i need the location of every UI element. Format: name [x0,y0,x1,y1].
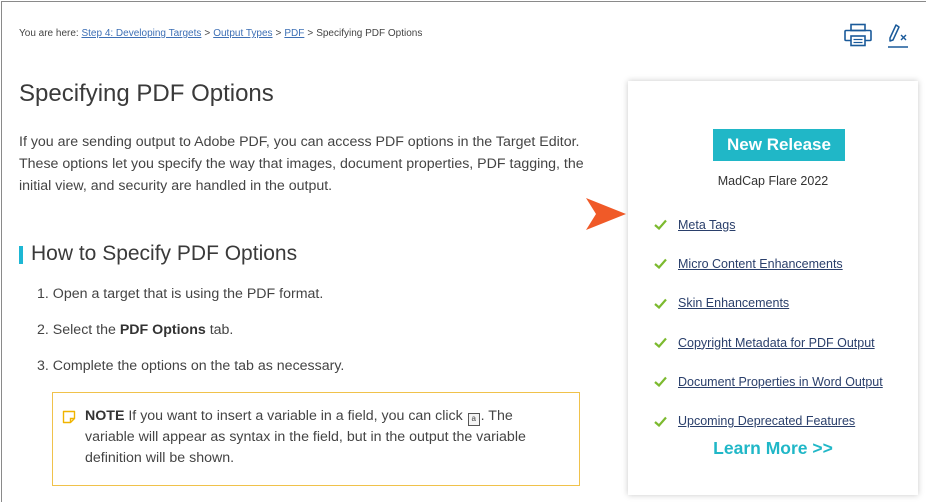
section-heading: How to Specify PDF Options [19,240,297,268]
step-text-after: tab. [205,322,234,338]
page-title: Specifying PDF Options [19,80,274,107]
step-text: Complete the options on the tab as neces… [52,358,345,374]
check-icon [654,337,667,349]
breadcrumb-link-output-types[interactable]: Output Types [213,28,272,39]
check-icon [654,416,667,427]
feature-link-meta-tags[interactable]: Meta Tags [678,218,735,232]
list-item: Micro Content Enhancements [654,244,883,283]
feature-list: Meta Tags Micro Content Enhancements Ski… [654,205,883,441]
step-text-before: Select the [52,322,120,338]
list-item: 3. Complete the options on the tab as ne… [37,356,344,392]
printer-icon[interactable] [843,23,873,47]
step-number: 2. [37,322,49,338]
breadcrumb-separator: > [275,28,282,39]
list-item: 1. Open a target that is using the PDF f… [37,284,344,320]
note-box: NOTE If you want to insert a variable in… [52,392,580,486]
step-number: 1. [37,286,49,302]
breadcrumb-separator: > [307,28,314,39]
remove-highlight-icon[interactable] [887,23,909,49]
new-release-badge: New Release [713,129,845,161]
steps-list: 1. Open a target that is using the PDF f… [37,284,344,392]
intro-paragraph: If you are sending output to Adobe PDF, … [19,134,584,194]
note-text: NOTE If you want to insert a variable in… [85,406,565,469]
breadcrumb-current: Specifying PDF Options [316,28,423,39]
list-item: Meta Tags [654,205,883,244]
breadcrumb: You are here: Step 4: Developing Targets… [19,28,422,39]
list-item: Upcoming Deprecated Features [654,401,883,440]
new-release-panel: New Release MadCap Flare 2022 Meta Tags … [628,81,918,495]
feature-link-skin[interactable]: Skin Enhancements [678,296,789,310]
check-icon [654,219,667,231]
breadcrumb-prefix: You are here: [19,28,82,39]
feature-link-document-properties[interactable]: Document Properties in Word Output [678,375,883,389]
check-icon [654,377,667,388]
breadcrumb-link-step4[interactable]: Step 4: Developing Targets [81,28,201,39]
list-item: Skin Enhancements [654,284,883,323]
note-icon [62,410,76,424]
check-icon [654,298,667,309]
feature-link-copyright-metadata[interactable]: Copyright Metadata for PDF Output [678,336,875,350]
product-name: MadCap Flare 2022 [717,174,829,188]
breadcrumb-link-pdf[interactable]: PDF [284,28,304,39]
breadcrumb-separator: > [204,28,211,39]
note-text-before: If you want to insert a variable in a fi… [124,408,467,424]
list-item: Document Properties in Word Output [654,362,883,401]
list-item: Copyright Metadata for PDF Output [654,323,883,362]
feature-link-deprecated[interactable]: Upcoming Deprecated Features [678,414,855,428]
list-item: 2. Select the PDF Options tab. [37,320,344,356]
check-icon [654,259,667,270]
insert-variable-icon: a [467,413,480,426]
step-ui-label: PDF Options [119,322,206,338]
learn-more-link[interactable]: Learn More >> [628,438,918,459]
feature-link-micro-content[interactable]: Micro Content Enhancements [678,257,843,271]
step-number: 3. [37,358,49,374]
pointer-arrow-icon [586,198,626,230]
step-text: Open a target that is using the PDF form… [52,286,324,302]
note-label: NOTE [85,408,125,424]
